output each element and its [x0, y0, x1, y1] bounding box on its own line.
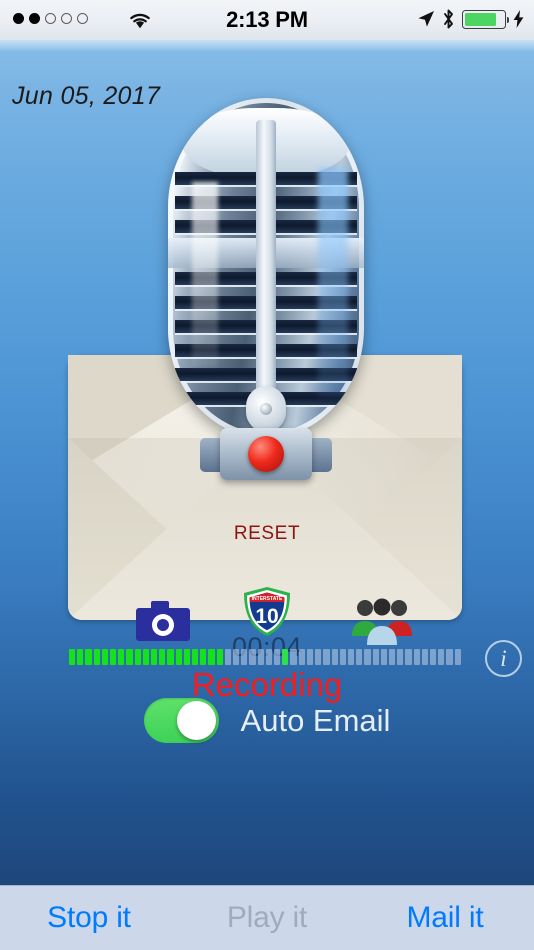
- bottom-toolbar: Stop it Play it Mail it: [0, 885, 534, 950]
- meter-segment: [126, 649, 133, 665]
- toggle-knob: [176, 701, 216, 740]
- microphone-center-spine: [256, 120, 276, 430]
- bluetooth-icon: [444, 9, 453, 29]
- meter-segment: [192, 649, 199, 665]
- retro-microphone-icon[interactable]: [168, 98, 364, 498]
- meter-segment: [93, 649, 100, 665]
- meter-segment: [397, 649, 404, 665]
- background-sheen: [0, 40, 534, 52]
- meter-segment: [274, 649, 281, 665]
- meter-segment: [315, 649, 322, 665]
- microphone-head: [168, 98, 364, 438]
- meter-segment: [429, 649, 437, 665]
- meter-segment: [405, 649, 412, 665]
- status-bar: 2:13 PM: [0, 0, 534, 40]
- meter-segment: [339, 649, 346, 665]
- meter-segment: [159, 649, 166, 665]
- svg-text:10: 10: [255, 605, 278, 628]
- meter-segment: [249, 649, 256, 665]
- meter-segment: [372, 649, 379, 665]
- meter-segment: [142, 649, 150, 665]
- meter-segment: [388, 649, 396, 665]
- meter-segment: [306, 649, 314, 665]
- meter-segment: [282, 649, 289, 665]
- auto-email-row: Auto Email: [0, 698, 534, 743]
- stop-it-button[interactable]: Stop it: [0, 901, 178, 935]
- meter-segment: [110, 649, 117, 665]
- meter-segment: [200, 649, 207, 665]
- meter-segment: [233, 649, 240, 665]
- meter-segment: [421, 649, 428, 665]
- app-screen: 2:13 PM Jun 05, 2017 RESET INTERSTATE 10…: [0, 0, 534, 950]
- meter-segment: [167, 649, 174, 665]
- auto-email-toggle[interactable]: [143, 698, 219, 743]
- meter-segment: [364, 649, 371, 665]
- microphone-highlight-left: [192, 182, 218, 367]
- lightning-bolt-icon: [513, 10, 524, 28]
- battery-icon: [462, 9, 509, 29]
- meter-segment: [356, 649, 363, 665]
- meter-segment: [118, 649, 125, 665]
- play-it-button: Play it: [226, 901, 308, 934]
- meter-segment: [101, 649, 109, 665]
- microphone-pivot-knob: [246, 386, 286, 432]
- meter-segment: [183, 649, 191, 665]
- meter-segment: [134, 649, 141, 665]
- meter-segment: [208, 649, 215, 665]
- interstate-shield-icon[interactable]: INTERSTATE 10: [240, 585, 294, 638]
- meter-segment: [224, 649, 232, 665]
- record-dot-icon[interactable]: [248, 436, 284, 472]
- meter-segment: [413, 649, 420, 665]
- meter-segment: [77, 649, 84, 665]
- meter-segment: [323, 649, 330, 665]
- location-arrow-icon: [418, 11, 434, 27]
- meter-segment: [298, 649, 305, 665]
- meter-segment: [241, 649, 248, 665]
- meter-segment: [69, 649, 76, 665]
- reset-label[interactable]: RESET: [0, 523, 534, 545]
- meter-segment: [85, 649, 92, 665]
- main-content-area: Jun 05, 2017 RESET INTERSTATE 10 00:04 i…: [0, 40, 534, 885]
- meter-segment: [438, 649, 445, 665]
- status-bar-right-icons: [417, 9, 524, 29]
- meter-segment: [290, 649, 297, 665]
- meter-segment: [151, 649, 158, 665]
- date-label: Jun 05, 2017: [12, 82, 161, 110]
- auto-email-label: Auto Email: [240, 702, 391, 738]
- meter-segment: [257, 649, 264, 665]
- meter-segment: [380, 649, 387, 665]
- meter-segment: [454, 649, 461, 665]
- svg-text:INTERSTATE: INTERSTATE: [252, 596, 283, 602]
- audio-level-meter: [69, 649, 461, 665]
- meter-segment: [331, 649, 338, 665]
- meter-segment: [175, 649, 182, 665]
- meter-segment: [446, 649, 453, 665]
- meter-segment: [216, 649, 223, 665]
- meter-segment: [265, 649, 273, 665]
- mail-it-button[interactable]: Mail it: [356, 901, 534, 935]
- microphone-highlight-right: [318, 168, 348, 398]
- meter-segment: [347, 649, 355, 665]
